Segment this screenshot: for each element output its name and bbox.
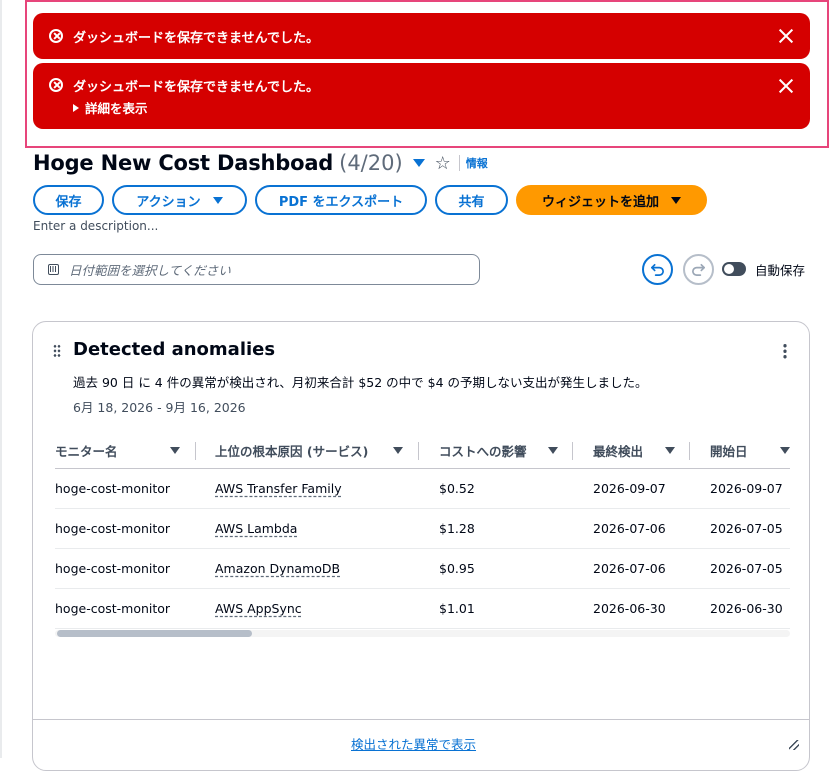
save-button[interactable]: 保存 (33, 185, 104, 215)
cell-impact: $0.95 (439, 561, 475, 576)
divider (458, 155, 460, 171)
error-flash-2: ダッシュボードを保存できませんでした。 詳細を表示 (33, 63, 810, 129)
redo-icon (692, 263, 705, 276)
column-divider (195, 442, 196, 460)
anomalies-widget: Detected anomalies 過去 90 日 に 4 件の異常が検出され… (32, 321, 810, 771)
toolbar: 保存 アクション PDF をエクスポート 共有 ウィジェットを追加 (33, 185, 707, 215)
column-divider (418, 442, 419, 460)
cell-service-link[interactable]: AWS Lambda (215, 509, 297, 548)
column-header-impact[interactable]: コストへの影響 (439, 432, 579, 468)
page-title: Hoge New Cost Dashboad (33, 151, 334, 175)
cell-last-detected: 2026-07-06 (593, 561, 666, 576)
autosave-label: 自動保存 (755, 263, 806, 278)
cell-impact: $1.28 (439, 521, 475, 536)
table-row: hoge-cost-monitor Amazon DynamoDB $0.95 … (55, 549, 790, 589)
save-label: 保存 (55, 194, 82, 210)
column-header-start-date[interactable]: 開始日 (710, 432, 790, 468)
cell-monitor: hoge-cost-monitor (55, 561, 171, 576)
date-range-placeholder: 日付範囲を選択してください (69, 263, 231, 278)
cell-monitor: hoge-cost-monitor (55, 521, 171, 536)
widget-date-range: 6月 18, 2026 - 9月 16, 2026 (73, 400, 246, 415)
cell-last-detected: 2026-07-06 (593, 521, 666, 536)
error-message: ダッシュボードを保存できませんでした。 (73, 80, 319, 95)
add-widget-label: ウィジェットを追加 (541, 194, 659, 210)
cell-impact: $0.52 (439, 481, 475, 496)
cell-start-date: 2026-09-07 (710, 481, 783, 496)
sort-icon (780, 446, 790, 454)
error-icon (49, 78, 63, 92)
widget-title: Detected anomalies (73, 339, 276, 360)
cell-start-date: 2026-07-05 (710, 521, 783, 536)
info-link[interactable]: 情報 (466, 155, 488, 171)
star-icon[interactable]: ☆ (435, 153, 451, 174)
actions-label: アクション (136, 194, 201, 210)
cell-last-detected: 2026-06-30 (593, 601, 666, 616)
date-range-picker[interactable]: 日付範囲を選択してください (33, 254, 480, 285)
share-button[interactable]: 共有 (435, 185, 508, 215)
dashboard-dropdown-icon[interactable] (412, 159, 425, 167)
cell-start-date: 2026-07-05 (710, 561, 783, 576)
column-label: モニター名 (55, 443, 118, 459)
anomalies-table: モニター名 上位の根本原因 (サービス) コストへの影響 最終検出 開始日 ho… (55, 432, 790, 629)
table-row: hoge-cost-monitor AWS Transfer Family $0… (55, 469, 790, 509)
share-label: 共有 (458, 194, 485, 210)
autosave-toggle[interactable] (722, 262, 746, 276)
cell-service-link[interactable]: AWS AppSync (215, 589, 302, 628)
drag-handle-icon[interactable] (53, 344, 61, 358)
resize-handle-icon[interactable] (789, 740, 799, 750)
undo-button[interactable] (642, 254, 673, 285)
column-label: 開始日 (710, 443, 748, 459)
export-pdf-button[interactable]: PDF をエクスポート (255, 185, 427, 215)
sort-icon (170, 446, 180, 454)
more-options-icon[interactable] (783, 343, 787, 359)
error-icon (49, 29, 63, 43)
error-flash-1: ダッシュボードを保存できませんでした。 (33, 13, 810, 59)
cell-impact: $1.01 (439, 601, 475, 616)
cell-service-link[interactable]: Amazon DynamoDB (215, 549, 340, 588)
sort-icon (665, 446, 675, 454)
table-row: hoge-cost-monitor AWS AppSync $1.01 2026… (55, 589, 790, 629)
table-row: hoge-cost-monitor AWS Lambda $1.28 2026-… (55, 509, 790, 549)
column-divider (689, 442, 690, 460)
show-details-toggle[interactable]: 詳細を表示 (73, 98, 148, 117)
left-border (0, 0, 2, 758)
chevron-down-icon (671, 196, 681, 204)
column-header-service[interactable]: 上位の根本原因 (サービス) (215, 432, 415, 468)
export-pdf-label: PDF をエクスポート (278, 194, 404, 210)
description-field[interactable]: Enter a description... (33, 219, 158, 233)
page-header: Hoge New Cost Dashboad (4/20) ☆ 情報 (33, 147, 488, 179)
cell-service-link[interactable]: AWS Transfer Family (215, 469, 342, 508)
add-widget-button[interactable]: ウィジェットを追加 (516, 185, 707, 215)
cell-last-detected: 2026-09-07 (593, 481, 666, 496)
column-label: 上位の根本原因 (サービス) (215, 443, 369, 459)
calendar-icon (48, 264, 59, 275)
caret-right-icon (73, 103, 79, 112)
view-detected-anomalies-link[interactable]: 検出された異常で表示 (351, 734, 476, 753)
column-divider (572, 442, 573, 460)
cell-monitor: hoge-cost-monitor (55, 601, 171, 616)
column-header-monitor[interactable]: モニター名 (55, 432, 190, 468)
chevron-down-icon (212, 196, 223, 204)
cell-start-date: 2026-06-30 (710, 601, 783, 616)
column-label: 最終検出 (593, 443, 644, 459)
table-horizontal-scrollbar[interactable] (55, 630, 790, 637)
scrollbar-thumb[interactable] (57, 630, 252, 637)
close-icon[interactable] (778, 78, 794, 94)
column-header-last-detected[interactable]: 最終検出 (593, 432, 693, 468)
actions-button[interactable]: アクション (112, 185, 247, 215)
table-header: モニター名 上位の根本原因 (サービス) コストへの影響 最終検出 開始日 (55, 432, 790, 469)
error-message: ダッシュボードを保存できませんでした。 (73, 31, 319, 46)
sort-icon (548, 446, 558, 454)
widget-description: 過去 90 日 に 4 件の異常が検出され、月初来合計 $52 の中で $4 の… (73, 375, 648, 390)
details-label: 詳細を表示 (85, 101, 148, 116)
sort-icon (393, 446, 403, 454)
widget-footer: 検出された異常で表示 (33, 719, 809, 770)
undo-icon (651, 263, 664, 276)
close-icon[interactable] (778, 28, 794, 44)
redo-button[interactable] (683, 254, 714, 285)
column-label: コストへの影響 (439, 443, 527, 459)
cell-monitor: hoge-cost-monitor (55, 481, 171, 496)
widget-count: (4/20) (339, 151, 403, 175)
